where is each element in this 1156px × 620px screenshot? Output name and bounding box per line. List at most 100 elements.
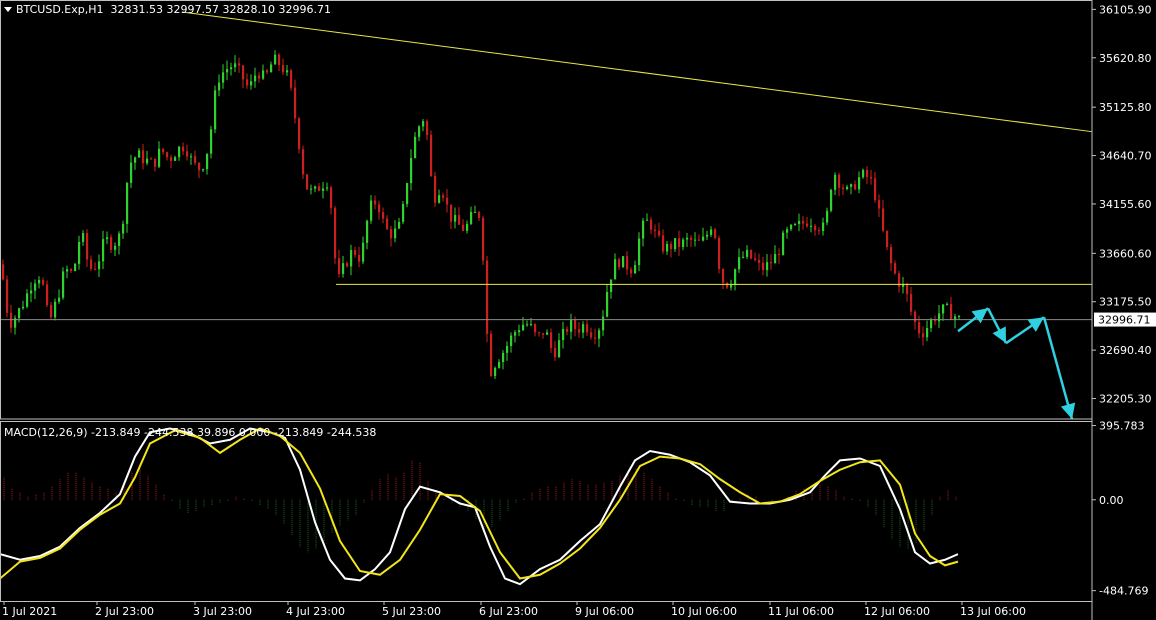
trading-chart[interactable]: 36105.90 35620.80 35125.80 34640.70 34155.60… bbox=[0, 0, 1156, 620]
candle-body bbox=[334, 207, 337, 259]
candle-body bbox=[526, 324, 529, 326]
candle-body bbox=[150, 158, 153, 160]
ohlc-values: 32831.53 32997.57 32828.10 32996.71 bbox=[110, 3, 331, 16]
candle bbox=[290, 68, 293, 91]
candle-body bbox=[166, 152, 169, 158]
candle-body bbox=[326, 187, 329, 189]
candle-body bbox=[502, 352, 505, 363]
candle-body bbox=[126, 182, 129, 224]
candle-body bbox=[522, 324, 525, 331]
candle-body bbox=[54, 301, 57, 318]
candle-body bbox=[774, 254, 777, 264]
candle-body bbox=[430, 134, 433, 177]
candle-body bbox=[98, 261, 101, 270]
price-tick-label: 34155.60 bbox=[1099, 198, 1152, 211]
candle-body bbox=[470, 211, 473, 224]
candle-body bbox=[370, 200, 373, 221]
candle-body bbox=[258, 75, 261, 79]
candle-body bbox=[254, 75, 257, 82]
candle-body bbox=[606, 292, 609, 317]
candle-body bbox=[58, 297, 61, 302]
chart-background bbox=[0, 0, 1156, 620]
candle-body bbox=[414, 136, 417, 159]
candle bbox=[402, 200, 405, 225]
candle-body bbox=[406, 183, 409, 205]
candle-body bbox=[506, 345, 509, 353]
price-tick-label: 32205.30 bbox=[1099, 393, 1152, 406]
candle-body bbox=[762, 262, 765, 271]
time-tick-label: 10 Jul 06:00 bbox=[671, 605, 737, 618]
candle-body bbox=[374, 200, 377, 205]
candle-body bbox=[314, 186, 317, 189]
candle-body bbox=[582, 324, 585, 333]
candle-body bbox=[590, 332, 593, 338]
candle-body bbox=[18, 308, 21, 318]
candle-body bbox=[894, 263, 897, 274]
candle-body bbox=[846, 186, 849, 190]
candle-body bbox=[822, 222, 825, 232]
time-tick-label: 6 Jul 23:00 bbox=[479, 605, 538, 618]
time-tick-label: 4 Jul 23:00 bbox=[286, 605, 345, 618]
candle-body bbox=[142, 150, 145, 164]
candle-body bbox=[882, 208, 885, 231]
candle-body bbox=[170, 157, 173, 161]
candle-body bbox=[602, 316, 605, 331]
candle-body bbox=[766, 262, 769, 271]
candle-body bbox=[2, 264, 5, 280]
time-tick-label: 9 Jul 06:00 bbox=[575, 605, 634, 618]
candle-body bbox=[734, 269, 737, 285]
candle-body bbox=[114, 245, 117, 250]
candle-body bbox=[74, 263, 77, 271]
candle-body bbox=[214, 90, 217, 130]
candle-body bbox=[78, 241, 81, 264]
candle-body bbox=[42, 279, 45, 285]
candle-body bbox=[558, 340, 561, 358]
candle-body bbox=[930, 320, 933, 329]
candle-body bbox=[562, 328, 565, 341]
candle-body bbox=[438, 195, 441, 203]
candle-body bbox=[682, 239, 685, 248]
candle-body bbox=[918, 322, 921, 334]
candle-body bbox=[566, 328, 569, 332]
dropdown-triangle-icon[interactable] bbox=[4, 7, 12, 12]
candle-body bbox=[298, 118, 301, 150]
price-tick-label: 34640.70 bbox=[1099, 150, 1152, 163]
candle-body bbox=[86, 233, 89, 260]
candle-body bbox=[642, 220, 645, 239]
candle-body bbox=[626, 256, 629, 270]
candle-body bbox=[518, 330, 521, 333]
candle-body bbox=[490, 333, 493, 377]
candle-body bbox=[110, 237, 113, 250]
time-tick-label: 11 Jul 06:00 bbox=[768, 605, 834, 618]
candle-body bbox=[906, 283, 909, 295]
candle-body bbox=[670, 244, 673, 250]
candle-body bbox=[466, 223, 469, 231]
candle-body bbox=[802, 220, 805, 224]
candle-body bbox=[790, 224, 793, 230]
candle-body bbox=[310, 188, 313, 190]
candle-body bbox=[354, 250, 357, 256]
candle-body bbox=[554, 347, 557, 358]
candle-body bbox=[886, 230, 889, 248]
candle-body bbox=[306, 174, 309, 190]
time-tick-label: 13 Jul 06:00 bbox=[960, 605, 1026, 618]
candle-body bbox=[34, 283, 37, 291]
candle-body bbox=[46, 284, 49, 305]
candle-body bbox=[630, 269, 633, 274]
candle-body bbox=[570, 319, 573, 332]
candle-body bbox=[702, 236, 705, 241]
macd-tick-label: 395.783 bbox=[1099, 420, 1145, 433]
candle-body bbox=[434, 176, 437, 203]
candle bbox=[750, 249, 753, 260]
macd-tick-label: 0.00 bbox=[1099, 494, 1124, 507]
candle-body bbox=[754, 258, 757, 260]
candle-body bbox=[174, 157, 177, 161]
candle-body bbox=[638, 238, 641, 266]
candle-body bbox=[346, 263, 349, 267]
candle-body bbox=[158, 148, 161, 167]
candle-body bbox=[206, 153, 209, 170]
candle bbox=[298, 116, 301, 154]
candle-body bbox=[446, 197, 449, 205]
candle-body bbox=[66, 269, 69, 272]
candle-body bbox=[666, 244, 669, 252]
